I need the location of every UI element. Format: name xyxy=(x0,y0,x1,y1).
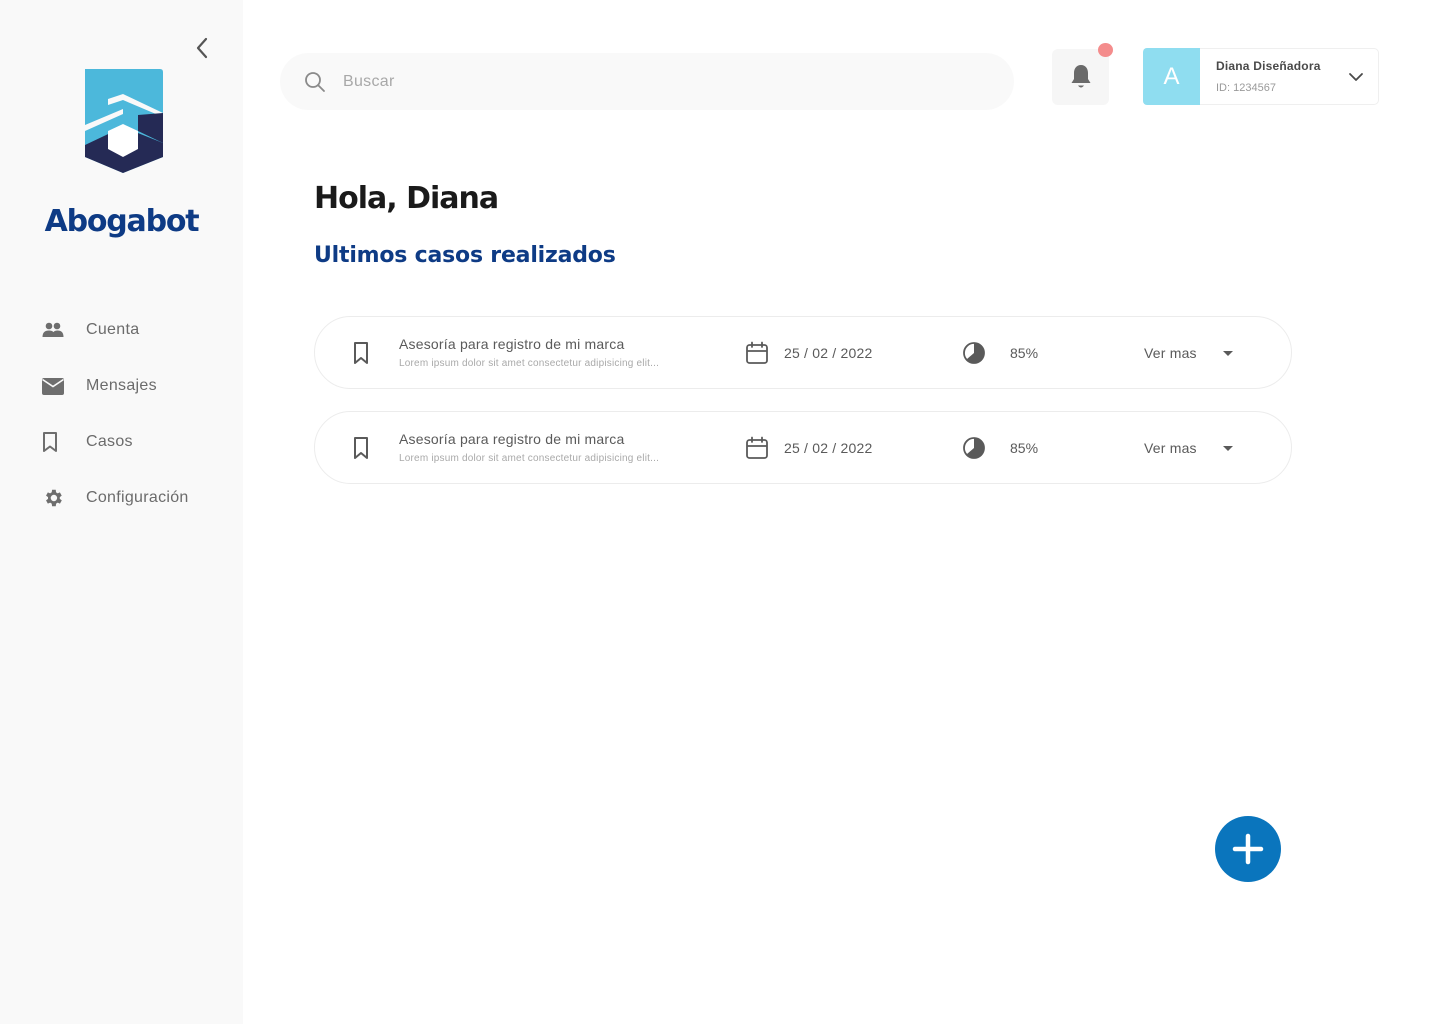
add-case-button[interactable] xyxy=(1215,816,1281,882)
caret-down-icon[interactable] xyxy=(1221,348,1235,358)
search-bar[interactable] xyxy=(280,53,1014,110)
sidebar-item-casos[interactable]: Casos xyxy=(42,414,189,470)
case-row[interactable]: Asesoría para registro de mi marca Lorem… xyxy=(314,411,1292,484)
case-progress: 85% xyxy=(1010,345,1039,361)
sidebar-item-label: Casos xyxy=(86,433,133,450)
bookmark-icon xyxy=(42,429,68,455)
case-title: Asesoría para registro de mi marca xyxy=(399,336,625,352)
ver-mas-button[interactable]: Ver mas xyxy=(1144,345,1197,361)
calendar-icon xyxy=(746,341,768,364)
case-description: Lorem ipsum dolor sit amet consectetur a… xyxy=(399,453,660,464)
collapse-sidebar-button[interactable] xyxy=(190,34,214,62)
chevron-left-icon xyxy=(196,37,208,59)
sidebar-nav: Cuenta Mensajes Casos Configuración xyxy=(42,302,189,526)
section-title: Ultimos casos realizados xyxy=(314,243,616,268)
gear-icon xyxy=(42,485,68,511)
bookmark-icon xyxy=(354,437,368,459)
case-date: 25 / 02 / 2022 xyxy=(784,440,873,456)
bookmark-icon xyxy=(354,342,368,364)
plus-icon xyxy=(1232,833,1264,865)
pie-chart-icon xyxy=(963,437,985,459)
case-date: 25 / 02 / 2022 xyxy=(784,345,873,361)
sidebar-item-label: Configuración xyxy=(86,489,189,506)
chevron-down-icon xyxy=(1349,73,1363,81)
abogabot-logo xyxy=(85,69,163,173)
search-input[interactable] xyxy=(343,72,943,91)
case-row[interactable]: Asesoría para registro de mi marca Lorem… xyxy=(314,316,1292,389)
user-id: ID: 1234567 xyxy=(1216,82,1276,94)
user-menu[interactable]: A Diana Diseñadora ID: 1234567 xyxy=(1143,48,1379,105)
user-name: Diana Diseñadora xyxy=(1216,59,1321,73)
case-progress: 85% xyxy=(1010,440,1039,456)
avatar: A xyxy=(1143,48,1200,105)
search-icon xyxy=(304,71,326,93)
case-list: Asesoría para registro de mi marca Lorem… xyxy=(314,316,1292,506)
pie-chart-icon xyxy=(963,342,985,364)
sidebar-item-configuracion[interactable]: Configuración xyxy=(42,470,189,526)
sidebar-item-label: Cuenta xyxy=(86,321,140,338)
page-title: Hola, Diana xyxy=(314,181,499,216)
sidebar-item-cuenta[interactable]: Cuenta xyxy=(42,302,189,358)
case-title: Asesoría para registro de mi marca xyxy=(399,431,625,447)
mail-icon xyxy=(42,373,68,399)
case-description: Lorem ipsum dolor sit amet consectetur a… xyxy=(399,358,660,369)
user-info: Diana Diseñadora ID: 1234567 xyxy=(1216,59,1321,94)
bell-icon xyxy=(1071,65,1090,88)
notifications-button[interactable] xyxy=(1052,49,1109,105)
notification-badge xyxy=(1098,43,1113,57)
sidebar: Abogabot Cuenta Mensajes Casos Configura… xyxy=(0,0,243,1024)
ver-mas-button[interactable]: Ver mas xyxy=(1144,440,1197,456)
caret-down-icon[interactable] xyxy=(1221,443,1235,453)
sidebar-item-label: Mensajes xyxy=(86,377,157,394)
sidebar-item-mensajes[interactable]: Mensajes xyxy=(42,358,189,414)
brand-name: Abogabot xyxy=(44,204,200,239)
calendar-icon xyxy=(746,436,768,459)
people-icon xyxy=(42,317,68,343)
